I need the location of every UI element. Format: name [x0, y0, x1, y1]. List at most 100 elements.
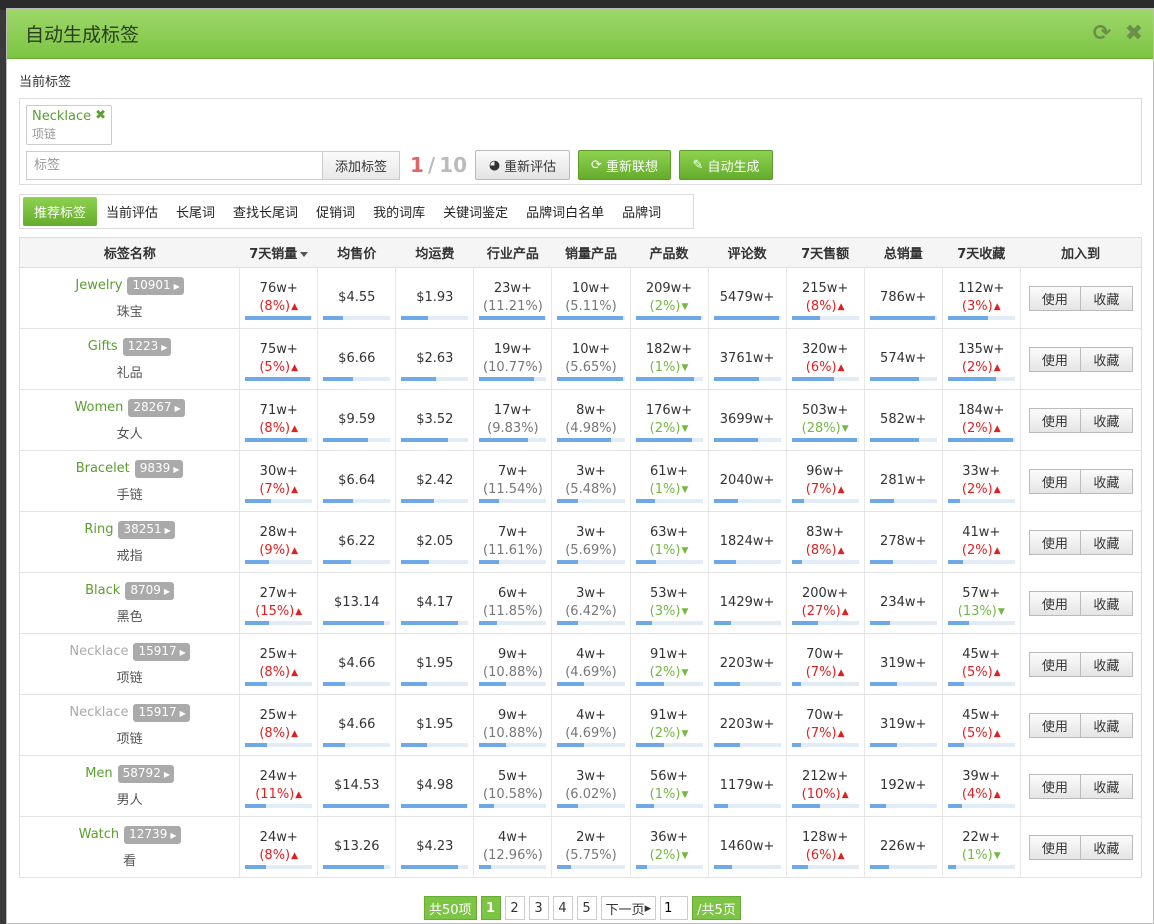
value-bar	[479, 377, 547, 381]
change-value: (2%)▼	[636, 664, 703, 682]
use-button[interactable]: 使用	[1028, 285, 1081, 311]
tab-7[interactable]: 品牌词白名单	[517, 197, 613, 226]
keyword-link[interactable]: Necklace	[69, 705, 128, 720]
tab-6[interactable]: 关键词鉴定	[434, 197, 517, 226]
total-pages: /共5页	[692, 896, 741, 920]
metric-cell: 3761w+	[707, 328, 787, 390]
keyword-link[interactable]: Black	[85, 583, 120, 598]
keyword-count-badge[interactable]: 8709 ▶	[125, 581, 175, 600]
value-bar	[635, 621, 703, 625]
next-page-button[interactable]: 下一页 ▸	[600, 896, 657, 920]
keyword-count-badge[interactable]: 9839 ▶	[134, 459, 184, 478]
keyword-link[interactable]: Necklace	[69, 644, 128, 659]
keyword-link[interactable]: Women	[74, 400, 123, 415]
keyword-translation: 珠宝	[116, 304, 143, 320]
favorite-button[interactable]: 收藏	[1080, 529, 1133, 555]
value-bar-fill	[245, 499, 272, 503]
favorite-button[interactable]: 收藏	[1080, 346, 1133, 372]
tab-1[interactable]: 当前评估	[97, 197, 167, 226]
refresh-icon[interactable]: ⟳	[1091, 21, 1113, 46]
value-bar	[323, 682, 391, 686]
value-bar	[635, 743, 703, 747]
tab-8[interactable]: 品牌词	[613, 197, 670, 226]
auto-generate-button[interactable]: ✎ 自动生成	[679, 150, 773, 180]
keyword-link[interactable]: Men	[85, 766, 112, 781]
keyword-translation: 项链	[116, 670, 143, 686]
tag-input[interactable]	[26, 151, 323, 180]
favorite-button[interactable]: 收藏	[1080, 773, 1133, 799]
keyword-count-badge[interactable]: 12739 ▶	[124, 825, 181, 844]
keyword-link[interactable]: Gifts	[88, 339, 118, 354]
metric-value: $6.66	[338, 351, 376, 366]
page-button-4[interactable]: 4	[552, 896, 573, 920]
use-button[interactable]: 使用	[1028, 773, 1081, 799]
favorite-button[interactable]: 收藏	[1080, 407, 1133, 433]
value-bar-fill	[791, 804, 820, 808]
keyword-link[interactable]: Watch	[79, 827, 119, 842]
page-button-3[interactable]: 3	[528, 896, 549, 920]
keyword-count-badge[interactable]: 58792 ▶	[117, 764, 174, 783]
use-button[interactable]: 使用	[1028, 834, 1081, 860]
favorite-button[interactable]: 收藏	[1080, 590, 1133, 616]
change-value: (10%)▲	[792, 786, 859, 804]
value-bar	[791, 804, 859, 808]
favorite-button[interactable]: 收藏	[1080, 834, 1133, 860]
tab-2[interactable]: 长尾词	[167, 197, 224, 226]
tab-5[interactable]: 我的词库	[364, 197, 434, 226]
keyword-count-badge[interactable]: 28267 ▶	[128, 398, 185, 417]
re-associate-button[interactable]: ⟳ 重新联想	[578, 150, 671, 180]
change-text: (1%)	[649, 360, 681, 375]
keyword-count-badge[interactable]: 1223 ▶	[122, 337, 172, 356]
keyword-count: 15917	[138, 643, 177, 658]
keyword-count-badge[interactable]: 38251 ▶	[118, 520, 175, 539]
keyword-translation: 男人	[116, 792, 143, 808]
trend-up-icon: ▲	[993, 363, 1001, 373]
keyword-count-badge[interactable]: 15917 ▶	[133, 703, 190, 722]
use-button[interactable]: 使用	[1028, 346, 1081, 372]
metric-value: 3w+	[576, 525, 606, 540]
metric-cell: 57w+ (13%)▼	[941, 572, 1021, 634]
favorite-button[interactable]: 收藏	[1080, 712, 1133, 738]
column-header[interactable]: 7天销量	[239, 237, 318, 268]
use-button[interactable]: 使用	[1028, 468, 1081, 494]
close-icon[interactable]: ✖	[1123, 21, 1145, 46]
value-bar-fill	[791, 316, 821, 320]
page-jump-input[interactable]	[660, 896, 689, 920]
use-button[interactable]: 使用	[1028, 407, 1081, 433]
keyword-link[interactable]: Ring	[84, 522, 113, 537]
tab-0[interactable]: 推荐标签	[23, 197, 98, 226]
page-button-5[interactable]: 5	[576, 896, 597, 920]
tab-4[interactable]: 促销词	[307, 197, 364, 226]
value-bar	[557, 804, 625, 808]
value-bar	[479, 682, 547, 686]
tab-3[interactable]: 查找长尾词	[224, 197, 307, 226]
metric-value: $2.63	[416, 351, 454, 366]
metric-cell: 75w+ (5%)▲	[239, 328, 318, 390]
metric-cell: 1824w+	[707, 511, 787, 573]
keyword-count-badge[interactable]: 10901 ▶	[127, 276, 184, 295]
value-bar	[791, 865, 859, 869]
use-button[interactable]: 使用	[1028, 651, 1081, 677]
metric-value: $13.26	[334, 839, 380, 854]
value-bar-fill	[869, 743, 898, 747]
keyword-link[interactable]: Jewelry	[75, 278, 122, 293]
use-button[interactable]: 使用	[1028, 712, 1081, 738]
favorite-button[interactable]: 收藏	[1080, 285, 1133, 311]
favorite-button[interactable]: 收藏	[1080, 651, 1133, 677]
page-button-2[interactable]: 2	[504, 896, 525, 920]
metric-value: 23w+	[493, 281, 532, 296]
keyword-count-badge[interactable]: 15917 ▶	[133, 642, 190, 661]
column-header: 均售价	[317, 237, 396, 268]
use-button[interactable]: 使用	[1028, 529, 1081, 555]
change-text: (3%)	[649, 604, 681, 619]
keyword-link[interactable]: Bracelet	[76, 461, 130, 476]
use-button[interactable]: 使用	[1028, 590, 1081, 616]
favorite-button[interactable]: 收藏	[1080, 468, 1133, 494]
value-bar-fill	[557, 743, 585, 747]
tag-count-separator: /	[427, 153, 436, 177]
reevaluate-button[interactable]: ◕ 重新评估	[475, 150, 570, 180]
page-button-1[interactable]: 1	[480, 896, 501, 920]
remove-tag-icon[interactable]: ✖	[95, 108, 106, 123]
tag-count-current: 1	[410, 153, 424, 177]
add-tag-button[interactable]: 添加标签	[322, 151, 400, 180]
